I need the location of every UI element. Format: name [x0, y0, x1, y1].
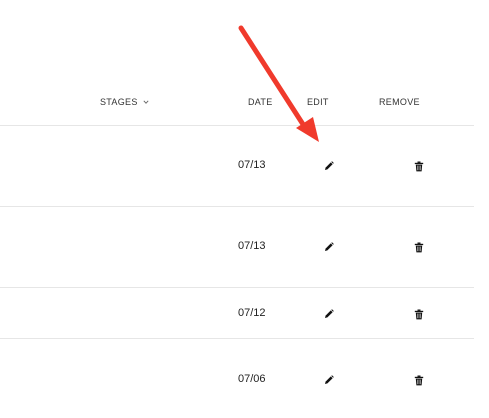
trash-icon [414, 309, 424, 319]
edit-button[interactable] [323, 308, 335, 320]
table-row: 07/13 [0, 126, 489, 206]
remove-button[interactable] [413, 374, 425, 386]
edit-column-header: EDIT [307, 97, 329, 107]
edit-button[interactable] [323, 160, 335, 172]
row-date: 07/13 [238, 159, 266, 171]
remove-button[interactable] [413, 308, 425, 320]
pencil-icon [325, 242, 334, 251]
remove-button[interactable] [413, 160, 425, 172]
table-row: 07/06 [0, 339, 489, 418]
edit-button[interactable] [323, 241, 335, 253]
row-date: 07/13 [238, 240, 266, 252]
remove-column-header: REMOVE [379, 97, 420, 107]
remove-button[interactable] [413, 241, 425, 253]
stages-header-label: STAGES [100, 97, 138, 107]
date-column-header: DATE [248, 97, 273, 107]
row-date: 07/06 [238, 373, 266, 385]
edit-button[interactable] [323, 374, 335, 386]
table-header: STAGES DATE EDIT REMOVE [0, 0, 489, 126]
table-row: 07/13 [0, 207, 489, 287]
trash-icon [414, 242, 424, 252]
table-row: 07/12 [0, 288, 489, 338]
trash-icon [414, 161, 424, 171]
pencil-icon [325, 161, 334, 170]
row-date: 07/12 [238, 307, 266, 319]
pencil-icon [325, 309, 334, 318]
trash-icon [414, 375, 424, 385]
chevron-down-icon [143, 100, 149, 104]
pencil-icon [325, 375, 334, 384]
stages-column-header[interactable]: STAGES [100, 97, 149, 107]
